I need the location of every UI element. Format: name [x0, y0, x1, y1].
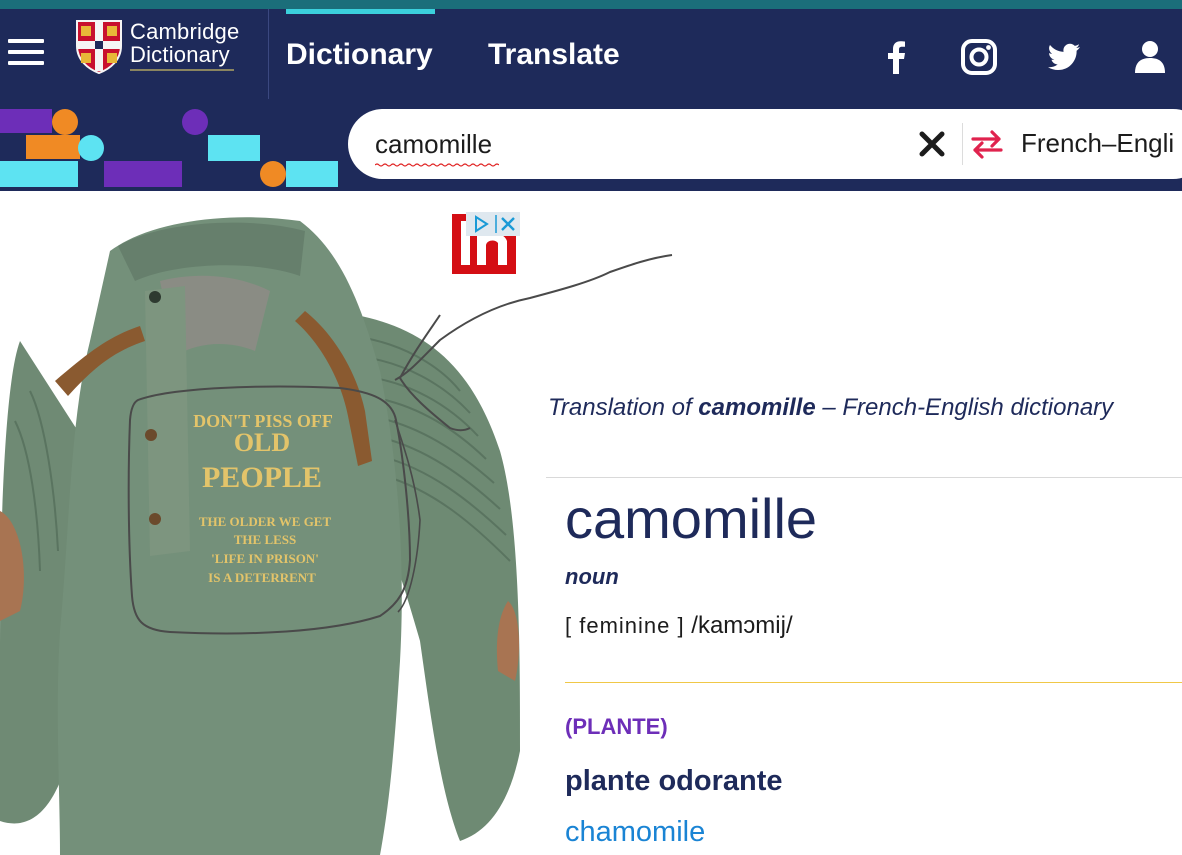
hamburger-menu-icon[interactable] [8, 39, 44, 65]
shirt-print-line-7: IS A DETERRENT [208, 570, 316, 585]
twitter-icon[interactable] [1045, 38, 1083, 76]
search-divider [962, 123, 963, 165]
logo-text-cambridge: Cambridge [130, 19, 240, 44]
banner-block [208, 135, 260, 161]
entry-divider [546, 477, 1182, 478]
shirt-print-line-4: THE OLDER WE GET [199, 514, 332, 529]
banner-block [0, 109, 52, 133]
banner-block [26, 135, 80, 159]
search-input[interactable] [375, 127, 915, 161]
banner-block [286, 161, 338, 187]
definition: plante odorante [565, 765, 783, 797]
facebook-icon[interactable] [878, 38, 916, 76]
cambridge-shield-icon [76, 20, 122, 74]
banner-block [104, 161, 182, 187]
banner-block [0, 161, 78, 187]
instagram-icon[interactable] [960, 38, 998, 76]
pronunciation: /kamɔmij/ [691, 612, 793, 639]
search-bar: French–Engli [348, 109, 1182, 179]
grammar-label: [ feminine ] [565, 613, 685, 638]
translation-title: Translation of camomille – French-Englis… [548, 394, 1114, 421]
advertisement[interactable]: DON'T PISS OFF OLD PEOPLE THE OLDER WE G… [0, 191, 545, 855]
shirt-print-line-6: 'LIFE IN PRISON' [211, 551, 319, 566]
adchoices-badge[interactable] [466, 212, 520, 236]
language-pair-selector[interactable]: French–Engli [1021, 128, 1174, 159]
part-of-speech: noun [565, 564, 619, 589]
grammar-pronunciation: [ feminine ] /kamɔmij/ [565, 612, 793, 640]
nav-divider [268, 9, 269, 99]
translation-title-word: camomille [698, 394, 816, 421]
banner-circle [182, 109, 208, 135]
shirt-print-line-2: OLD [234, 428, 290, 457]
sense-divider [565, 682, 1182, 683]
banner-circle [78, 135, 104, 161]
logo-underline [130, 69, 234, 71]
nav-dictionary-link[interactable]: Dictionary [286, 38, 433, 72]
clear-search-icon[interactable] [917, 129, 947, 159]
banner-circle [260, 161, 286, 187]
translation-link[interactable]: chamomile [565, 816, 705, 849]
swap-languages-icon[interactable] [970, 129, 1004, 159]
headword: camomille [565, 487, 818, 550]
user-icon[interactable] [1132, 38, 1170, 76]
domain-label: (PLANTE) [565, 714, 668, 739]
top-accent-stripe [0, 0, 1182, 9]
shirt-print-line-5: THE LESS [234, 532, 297, 547]
nav-translate-link[interactable]: Translate [488, 38, 620, 72]
active-tab-indicator [286, 9, 435, 14]
spellcheck-underline [375, 163, 499, 167]
shirt-print-line-3: PEOPLE [202, 461, 322, 494]
cambridge-dictionary-logo[interactable]: Cambridge Dictionary [76, 20, 246, 74]
ad-shirt-image: DON'T PISS OFF OLD PEOPLE THE OLDER WE G… [0, 217, 520, 855]
banner-circle [52, 109, 78, 135]
logo-text-dictionary: Dictionary [130, 42, 230, 67]
